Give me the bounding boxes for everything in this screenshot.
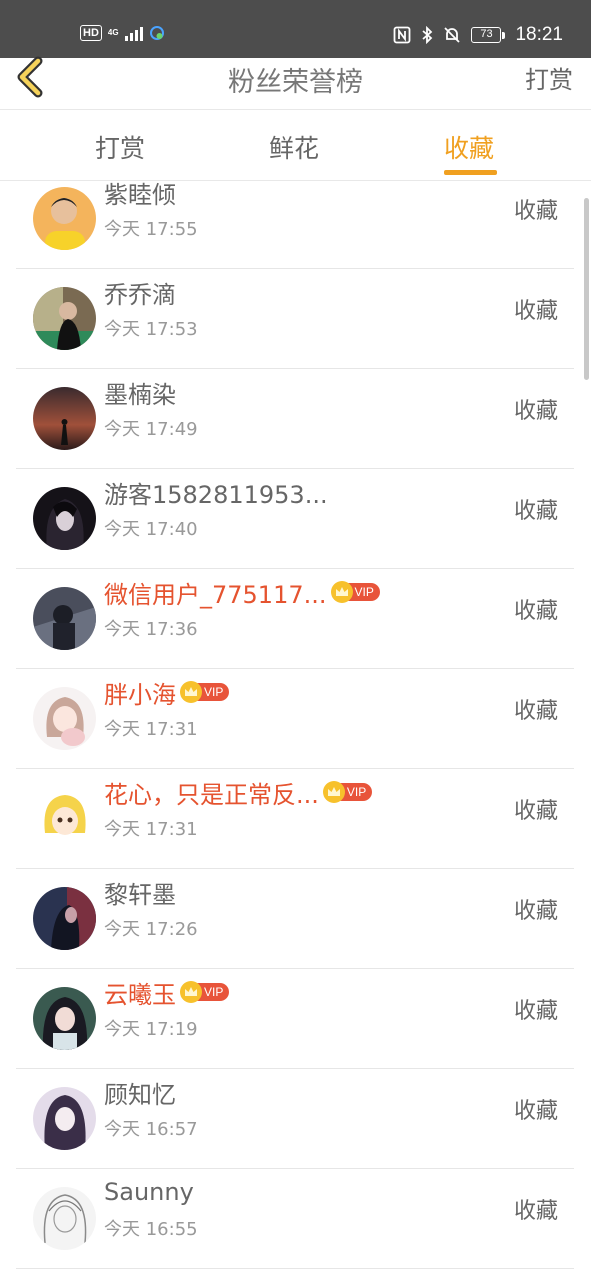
tab-flowers[interactable]: 鲜花 bbox=[269, 129, 319, 165]
avatar[interactable] bbox=[33, 987, 96, 1050]
timestamp: 今天 17:31 bbox=[104, 819, 198, 840]
list-item[interactable]: 乔乔滴 今天 17:53 收藏 bbox=[16, 269, 574, 369]
hd-indicator: HD bbox=[80, 25, 102, 41]
vip-badge: VIP bbox=[180, 981, 230, 1003]
user-name: Saunny bbox=[104, 1178, 194, 1206]
timestamp: 今天 17:53 bbox=[104, 319, 198, 340]
timestamp: 今天 17:49 bbox=[104, 419, 198, 440]
status-left: HD 4G bbox=[80, 25, 165, 41]
timestamp: 今天 17:55 bbox=[104, 219, 198, 240]
action-label: 收藏 bbox=[513, 399, 558, 424]
timestamp: 今天 17:19 bbox=[104, 1019, 198, 1040]
action-label: 收藏 bbox=[513, 699, 558, 724]
timestamp: 今天 17:40 bbox=[104, 519, 198, 540]
tab-bar: 打赏 鲜花 收藏 bbox=[0, 111, 591, 181]
list-item[interactable]: 紫睦倾 今天 17:55 收藏 bbox=[16, 182, 574, 269]
action-label: 收藏 bbox=[513, 1099, 558, 1124]
avatar[interactable] bbox=[33, 1087, 96, 1150]
vip-badge: VIP bbox=[330, 581, 380, 603]
vip-badge: VIP bbox=[180, 681, 230, 703]
network-type: 4G bbox=[107, 28, 119, 37]
timestamp: 今天 16:55 bbox=[104, 1219, 198, 1240]
timestamp: 今天 17:26 bbox=[104, 919, 198, 940]
page-title: 粉丝荣誉榜 bbox=[228, 67, 363, 98]
signal-icon bbox=[124, 25, 143, 41]
list-item[interactable]: 云曦玉 VIP 今天 17:19 收藏 bbox=[16, 969, 574, 1069]
avatar[interactable] bbox=[33, 187, 96, 250]
timestamp: 今天 16:57 bbox=[104, 1119, 198, 1140]
bluetooth-icon bbox=[422, 26, 433, 44]
action-label: 收藏 bbox=[513, 899, 558, 924]
user-name: 微信用户_775117... bbox=[104, 580, 327, 609]
action-label: 收藏 bbox=[513, 499, 558, 524]
user-name: 紫睦倾 bbox=[104, 182, 176, 209]
battery-level: 73 bbox=[471, 27, 502, 43]
active-tab-indicator bbox=[444, 170, 497, 175]
list-item[interactable]: 顾知忆 今天 16:57 收藏 bbox=[16, 1069, 574, 1169]
action-label: 收藏 bbox=[513, 1199, 558, 1224]
crown-icon bbox=[180, 981, 202, 1003]
action-label: 收藏 bbox=[513, 999, 558, 1024]
avatar[interactable] bbox=[33, 287, 96, 350]
user-name: 乔乔滴 bbox=[104, 280, 176, 309]
user-name: 游客1582811953... bbox=[104, 480, 328, 509]
timestamp: 今天 17:36 bbox=[104, 619, 198, 640]
avatar[interactable] bbox=[33, 1187, 96, 1250]
avatar[interactable] bbox=[33, 587, 96, 650]
battery-icon: 73 bbox=[471, 27, 506, 43]
user-name: 顾知忆 bbox=[104, 1080, 176, 1109]
fan-list: 紫睦倾 今天 17:55 收藏 乔乔滴 今天 17:53 收藏 墨楠染 今天 1… bbox=[0, 182, 591, 1280]
mute-bell-icon bbox=[444, 27, 461, 43]
title-bar: 粉丝荣誉榜 打赏 bbox=[0, 56, 591, 110]
avatar[interactable] bbox=[33, 687, 96, 750]
data-saver-icon bbox=[149, 26, 164, 40]
avatar[interactable] bbox=[33, 787, 96, 850]
crown-icon bbox=[322, 781, 345, 803]
list-item[interactable]: 墨楠染 今天 17:49 收藏 bbox=[16, 369, 574, 469]
list-item[interactable]: 游客1582811953... 今天 17:40 收藏 bbox=[16, 469, 574, 569]
clock: 18:21 bbox=[515, 24, 563, 45]
action-label: 收藏 bbox=[513, 299, 558, 324]
reward-button[interactable]: 打赏 bbox=[525, 60, 573, 95]
status-bar: HD 4G 73 18:21 bbox=[0, 0, 591, 58]
action-label: 收藏 bbox=[513, 799, 558, 824]
action-label: 收藏 bbox=[513, 199, 558, 224]
list-item[interactable]: 胖小海 VIP 今天 17:31 收藏 bbox=[16, 669, 574, 769]
user-name: 黎轩墨 bbox=[104, 880, 176, 909]
status-right: 73 18:21 bbox=[393, 24, 563, 46]
avatar[interactable] bbox=[33, 487, 96, 550]
list-item[interactable]: 黎轩墨 今天 17:26 收藏 bbox=[16, 869, 574, 969]
avatar[interactable] bbox=[33, 387, 96, 450]
list-item[interactable]: Saunny 今天 16:55 收藏 bbox=[16, 1169, 574, 1269]
action-label: 收藏 bbox=[513, 599, 558, 624]
nfc-icon bbox=[394, 26, 411, 44]
list-item[interactable]: 花心，只是正常反... VIP 今天 17:31 收藏 bbox=[16, 769, 574, 869]
list-item[interactable]: 微信用户_775117... VIP 今天 17:36 收藏 bbox=[16, 569, 574, 669]
timestamp: 今天 17:31 bbox=[104, 719, 198, 740]
tab-favorites[interactable]: 收藏 bbox=[444, 129, 494, 165]
user-name: 云曦玉 bbox=[104, 980, 176, 1009]
vip-badge: VIP bbox=[322, 781, 373, 803]
crown-icon bbox=[330, 581, 353, 603]
user-name: 墨楠染 bbox=[104, 380, 176, 409]
user-name: 花心，只是正常反... bbox=[104, 780, 319, 809]
avatar[interactable] bbox=[33, 887, 96, 950]
user-name: 胖小海 bbox=[104, 680, 176, 709]
tab-reward[interactable]: 打赏 bbox=[95, 129, 145, 165]
crown-icon bbox=[180, 681, 202, 703]
